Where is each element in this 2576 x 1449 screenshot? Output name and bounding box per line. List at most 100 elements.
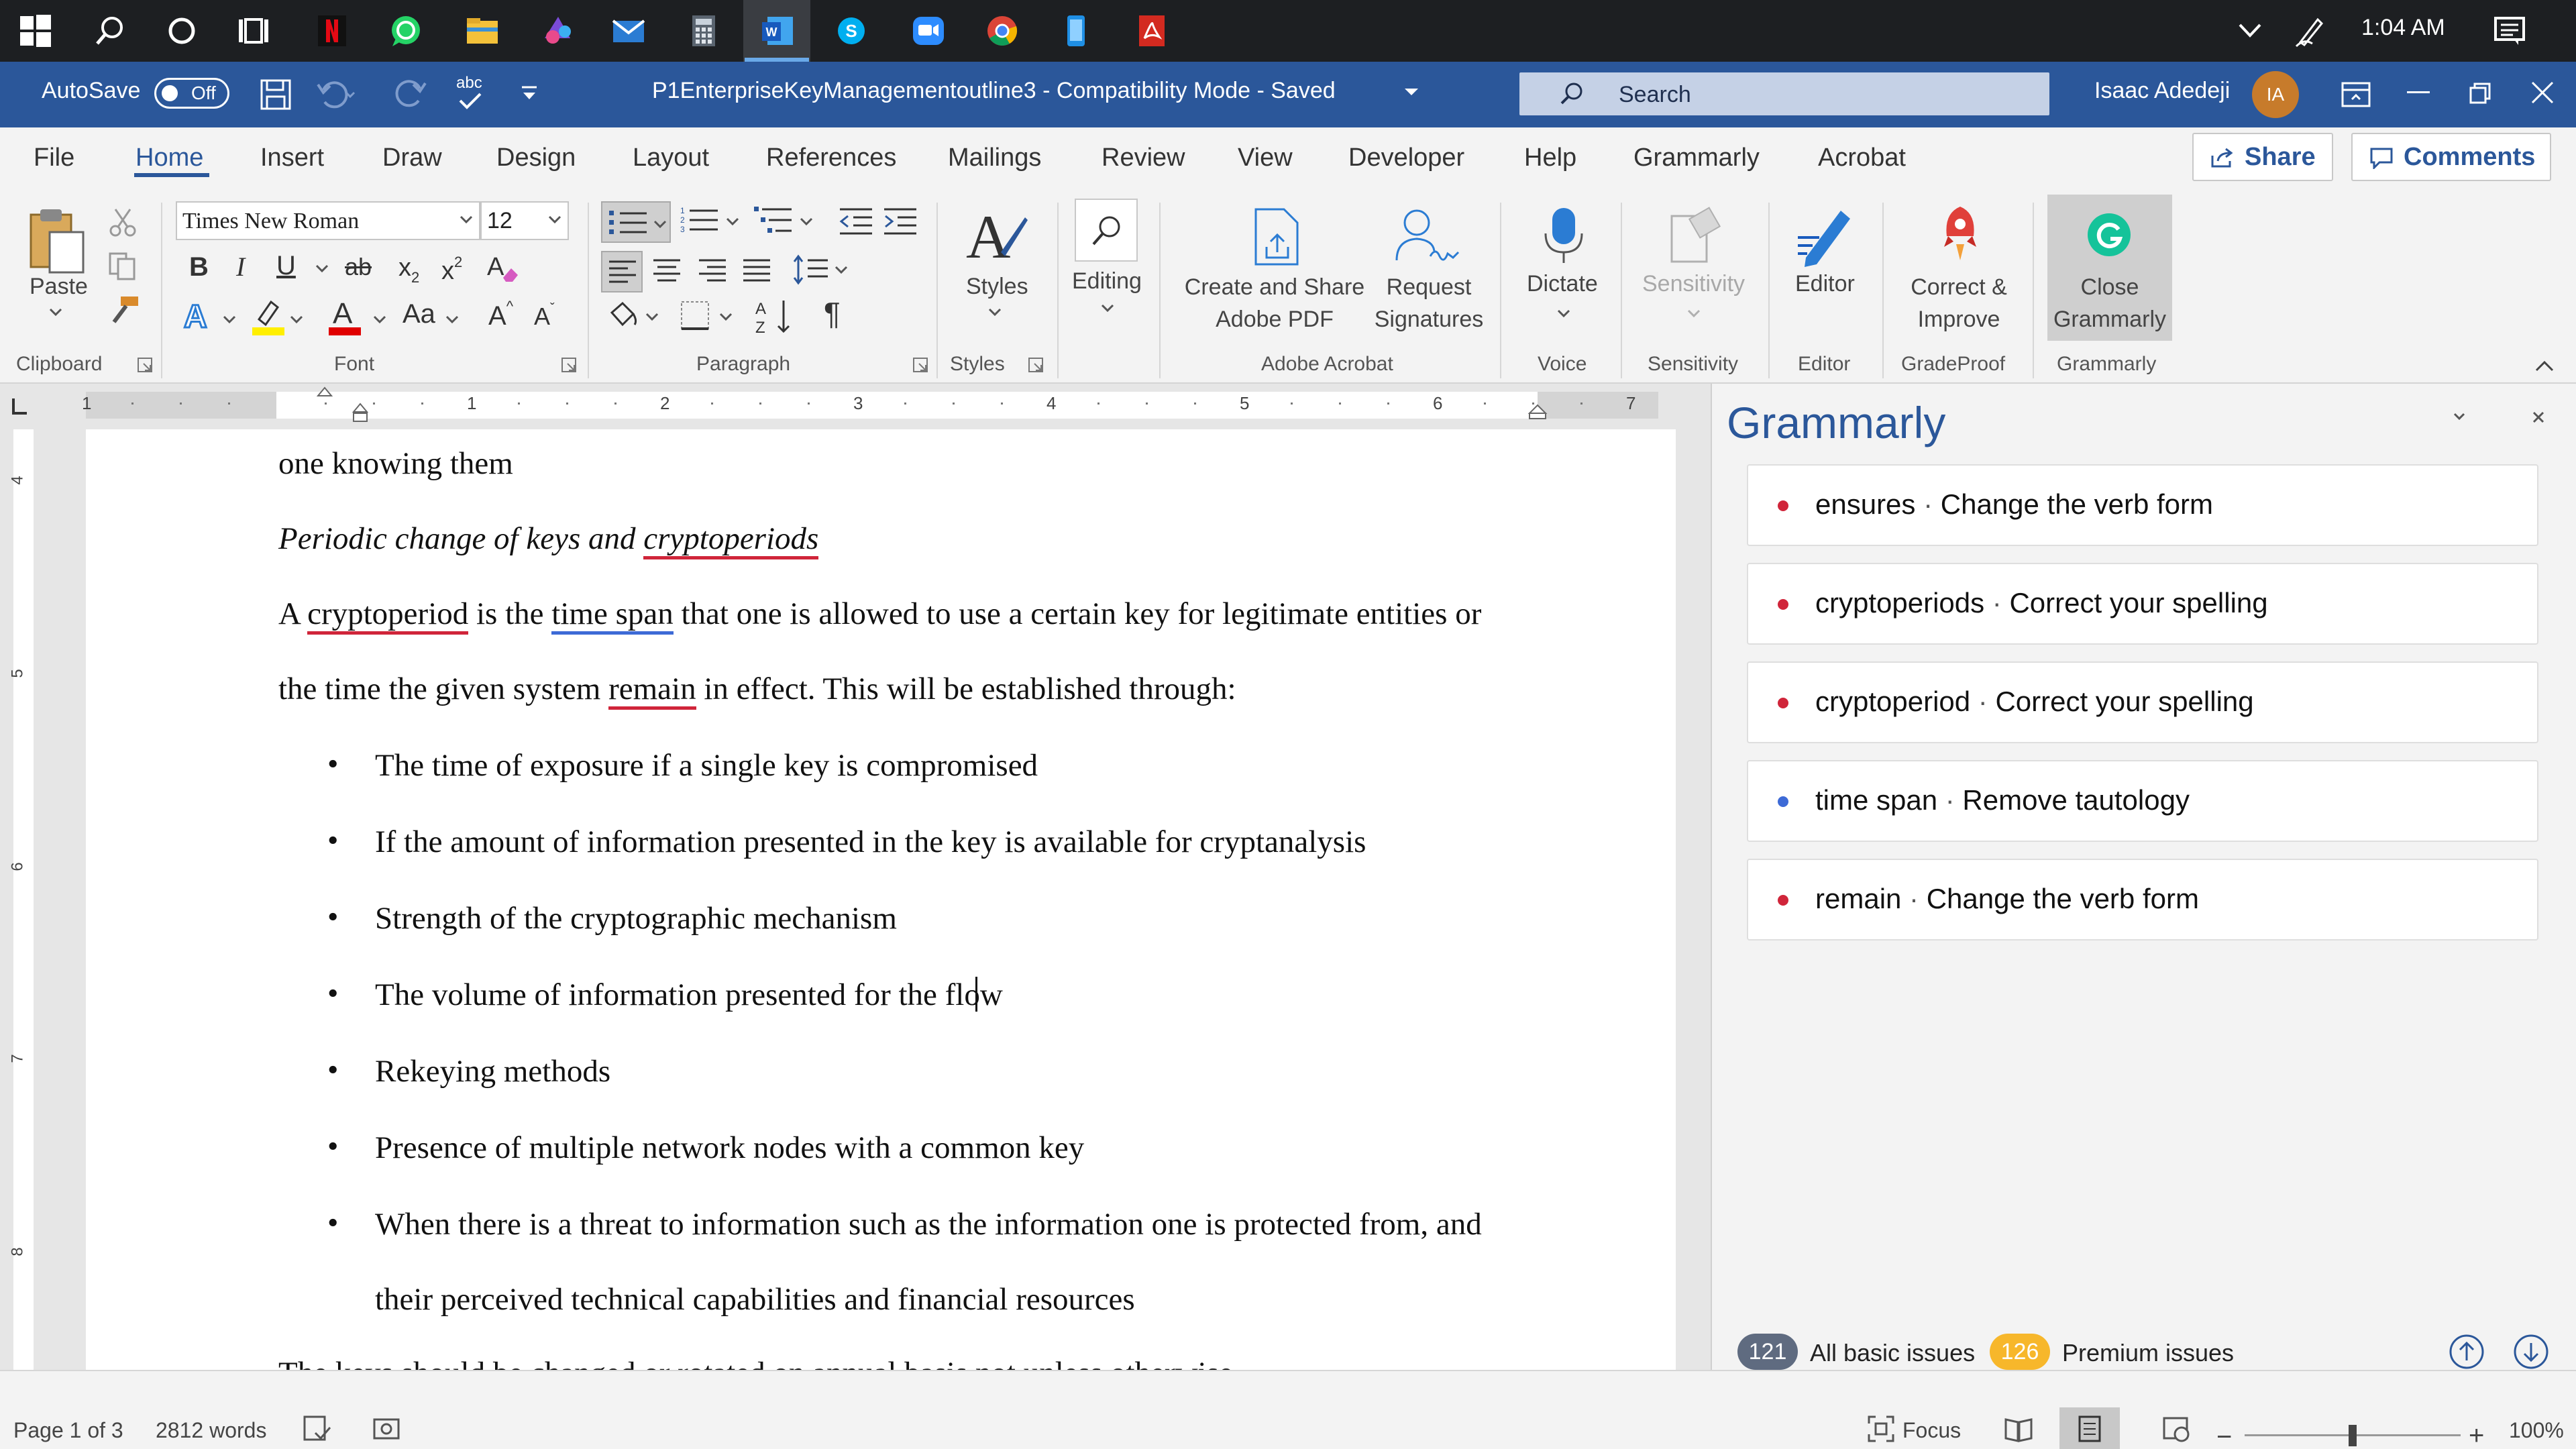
minimize-icon[interactable]	[2407, 91, 2430, 95]
right-indent-marker[interactable]	[1524, 402, 1551, 423]
editing-dropdown-icon[interactable]	[1100, 303, 1115, 313]
multilevel-list-icon[interactable]	[754, 205, 817, 236]
request-signatures-icon[interactable]	[1393, 207, 1462, 267]
share-button[interactable]: Share	[2192, 133, 2333, 181]
spelling-check-icon[interactable]: abc	[453, 74, 494, 114]
sensitivity-label[interactable]: Sensitivity	[1642, 271, 1745, 297]
cut-icon[interactable]	[107, 207, 138, 237]
zoom-slider-thumb[interactable]	[2349, 1425, 2357, 1446]
zoom-in-button[interactable]: +	[2469, 1421, 2484, 1449]
font-color-icon[interactable]: A	[327, 295, 364, 337]
flagged-word[interactable]: cryptoperiods	[643, 521, 819, 559]
styles-launcher-icon[interactable]	[1028, 357, 1044, 373]
task-view-icon[interactable]	[233, 11, 272, 50]
format-painter-icon[interactable]	[107, 295, 141, 326]
pen-icon[interactable]	[2291, 11, 2330, 50]
styles-icon[interactable]: A	[963, 204, 1030, 268]
vertical-ruler[interactable]: 4 5 6 7 8	[0, 429, 47, 1370]
cortana-icon[interactable]	[162, 11, 201, 50]
tab-mailings[interactable]: Mailings	[948, 144, 1041, 172]
shading-icon[interactable]	[606, 299, 668, 334]
superscript-button[interactable]: x2	[441, 255, 462, 284]
align-left-button[interactable]	[601, 251, 643, 292]
styles-label[interactable]: Styles	[966, 274, 1028, 300]
tab-view[interactable]: View	[1238, 144, 1293, 172]
shrink-font-button[interactable]: Aˇ	[534, 302, 555, 329]
borders-icon[interactable]	[679, 299, 741, 334]
font-name-combo[interactable]: Times New Roman	[176, 201, 480, 240]
sensitivity-dropdown-icon[interactable]	[1686, 309, 1701, 318]
paste-dropdown-icon[interactable]	[48, 307, 63, 317]
font-launcher-icon[interactable]	[561, 357, 577, 373]
tab-selector-icon[interactable]	[9, 396, 30, 416]
tab-design[interactable]: Design	[496, 144, 576, 172]
create-share-pdf-button[interactable]: Create and Share Adobe PDF	[1181, 271, 1368, 335]
next-issue-icon[interactable]	[2513, 1334, 2549, 1370]
request-signatures-button[interactable]: Request Signatures	[1368, 271, 1489, 335]
phone-icon[interactable]	[1057, 11, 1095, 50]
save-icon[interactable]	[259, 78, 292, 111]
zoom-icon[interactable]	[909, 11, 948, 50]
comments-button[interactable]: Comments	[2351, 133, 2551, 181]
horizontal-ruler[interactable]: 1 1 2 3 4 5 6 7	[0, 384, 1711, 429]
skype-icon[interactable]: S	[832, 11, 871, 50]
increase-indent-icon[interactable]	[883, 205, 918, 236]
document-page[interactable]: one knowing them Periodic change of keys…	[86, 429, 1676, 1370]
underline-button[interactable]: U	[276, 252, 296, 279]
highlight-color-icon[interactable]	[251, 295, 287, 337]
page-count[interactable]: Page 1 of 3	[13, 1418, 123, 1443]
editor-label[interactable]: Editor	[1795, 271, 1855, 297]
zoom-slider-track[interactable]	[2245, 1425, 2461, 1446]
chevron-up-icon[interactable]	[2231, 11, 2269, 50]
change-case-button[interactable]: Aa	[402, 301, 435, 327]
tab-developer[interactable]: Developer	[1348, 144, 1464, 172]
acrobat-icon[interactable]	[1132, 11, 1171, 50]
notifications-icon[interactable]	[2490, 11, 2529, 50]
create-pdf-icon[interactable]	[1250, 207, 1307, 267]
ribbon-display-options-icon[interactable]	[2340, 79, 2372, 110]
editing-label[interactable]: Editing	[1072, 268, 1142, 294]
panel-options-icon[interactable]	[2453, 412, 2466, 421]
tab-draw[interactable]: Draw	[382, 144, 442, 172]
search-icon[interactable]	[91, 11, 129, 50]
text-effects-dropdown-icon[interactable]	[223, 315, 236, 323]
restore-icon[interactable]	[2469, 82, 2491, 105]
calculator-icon[interactable]	[684, 11, 723, 50]
accessibility-icon[interactable]	[372, 1414, 402, 1444]
underline-dropdown-icon[interactable]	[315, 264, 329, 272]
windows-icon[interactable]	[16, 11, 55, 50]
netflix-icon[interactable]	[313, 11, 352, 50]
tab-help[interactable]: Help	[1524, 144, 1576, 172]
chrome-icon[interactable]	[983, 11, 1022, 50]
title-dropdown-icon[interactable]	[1403, 86, 1419, 99]
mail-icon[interactable]	[609, 11, 648, 50]
text-effects-icon[interactable]: A	[181, 298, 216, 336]
tab-references[interactable]: References	[766, 144, 896, 172]
close-grammarly-button[interactable]: Close Grammarly	[2047, 195, 2172, 341]
file-explorer-icon[interactable]	[463, 11, 502, 50]
word-count[interactable]: 2812 words	[156, 1418, 266, 1443]
close-icon[interactable]	[2530, 80, 2555, 105]
basic-issues-count[interactable]: 121	[1737, 1334, 1798, 1370]
gradeproof-icon[interactable]	[1933, 204, 1987, 266]
tab-review[interactable]: Review	[1102, 144, 1185, 172]
align-center-icon[interactable]	[652, 256, 682, 286]
zoom-out-button[interactable]: −	[2216, 1422, 2232, 1449]
strikethrough-button[interactable]: ab	[345, 255, 372, 279]
undo-icon[interactable]	[315, 78, 356, 111]
autosave-toggle[interactable]: Off	[154, 78, 229, 109]
focus-label[interactable]: Focus	[1902, 1418, 1961, 1443]
suggestion-card[interactable]: ensures · Change the verb form	[1747, 464, 2538, 546]
word-icon[interactable]: W	[758, 11, 797, 50]
redo-icon[interactable]	[394, 76, 429, 111]
styles-dropdown-icon[interactable]	[987, 307, 1002, 317]
suggestion-card[interactable]: cryptoperiods · Correct your spelling	[1747, 563, 2538, 645]
subscript-button[interactable]: x2	[398, 255, 419, 285]
grow-font-button[interactable]: A^	[488, 299, 513, 330]
clipboard-launcher-icon[interactable]	[137, 357, 153, 373]
premium-issues-label[interactable]: Premium issues	[2062, 1339, 2234, 1367]
font-size-combo[interactable]: 12	[480, 201, 569, 240]
flagged-word[interactable]: remain	[608, 672, 696, 710]
panel-close-icon[interactable]	[2532, 411, 2545, 424]
collapse-ribbon-icon[interactable]	[2534, 360, 2555, 373]
